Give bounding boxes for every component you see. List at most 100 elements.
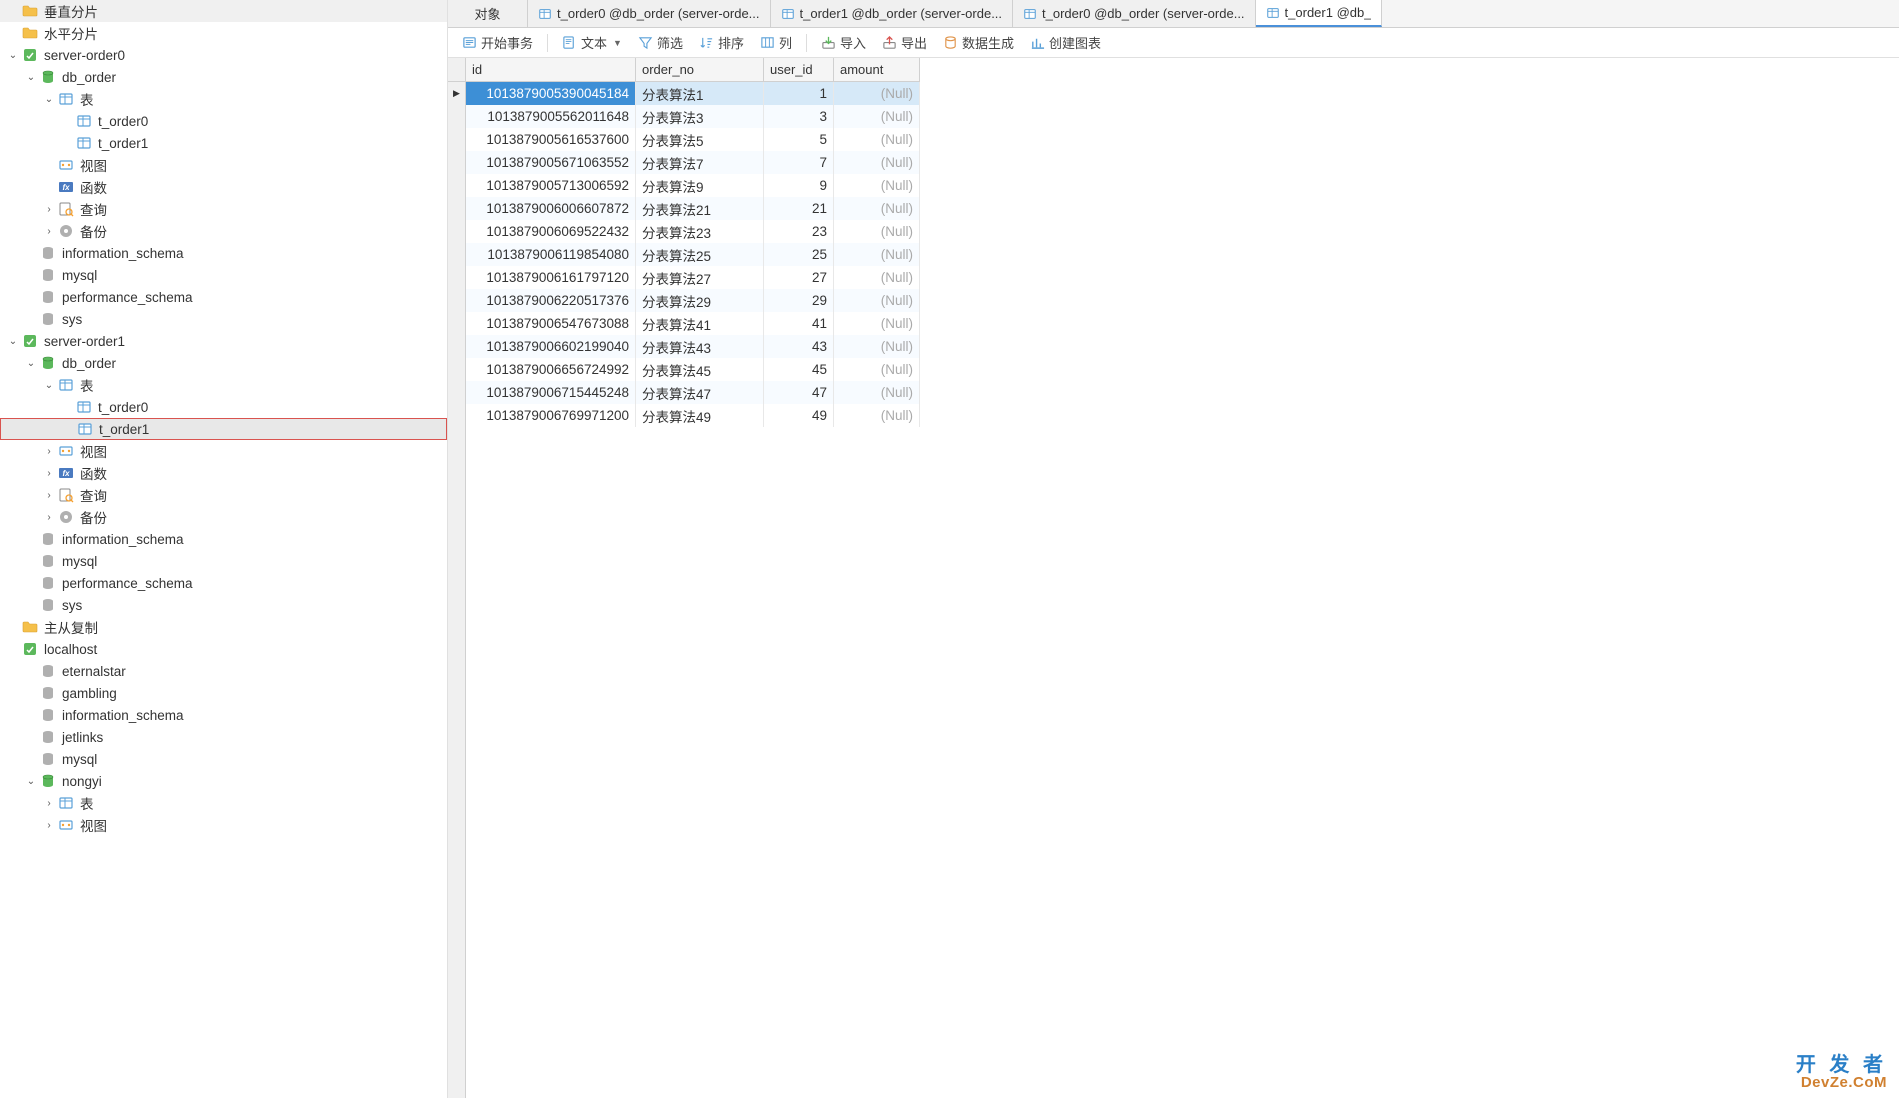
cell-amount[interactable]: (Null) — [834, 243, 920, 266]
row-marker[interactable] — [448, 151, 465, 174]
tab[interactable]: t_order0 @db_order (server-orde... — [1013, 0, 1256, 27]
chevron-right-icon[interactable]: › — [42, 224, 56, 238]
chevron-right-icon[interactable]: › — [42, 510, 56, 524]
cell-id[interactable]: 1013879006547673088 — [466, 312, 636, 335]
tree-item-performance-schema[interactable]: performance_schema — [0, 572, 447, 594]
table-row[interactable]: 1013879006119854080分表算法2525(Null) — [466, 243, 920, 266]
cell-id[interactable]: 1013879005671063552 — [466, 151, 636, 174]
tab[interactable]: 对象 — [448, 0, 528, 27]
cell-uid[interactable]: 49 — [764, 404, 834, 427]
table-row[interactable]: 1013879005562011648分表算法33(Null) — [466, 105, 920, 128]
sort-button[interactable]: 排序 — [693, 31, 750, 54]
cell-id[interactable]: 1013879005713006592 — [466, 174, 636, 197]
row-marker[interactable] — [448, 312, 465, 335]
tree-item--[interactable]: ›表 — [0, 792, 447, 814]
table-row[interactable]: 1013879006220517376分表算法2929(Null) — [466, 289, 920, 312]
cell-on[interactable]: 分表算法1 — [636, 82, 764, 105]
cell-on[interactable]: 分表算法43 — [636, 335, 764, 358]
cell-uid[interactable]: 5 — [764, 128, 834, 151]
datagen-button[interactable]: 数据生成 — [937, 31, 1020, 54]
tree-item-mysql[interactable]: mysql — [0, 550, 447, 572]
column-user-id[interactable]: user_id — [764, 58, 834, 81]
cell-amount[interactable]: (Null) — [834, 174, 920, 197]
data-grid[interactable]: ▶ id order_no user_id amount 10138790053… — [448, 58, 1899, 1098]
row-marker[interactable] — [448, 220, 465, 243]
cell-uid[interactable]: 41 — [764, 312, 834, 335]
row-marker[interactable] — [448, 128, 465, 151]
cell-uid[interactable]: 23 — [764, 220, 834, 243]
column-id[interactable]: id — [466, 58, 636, 81]
tree-item-----[interactable]: 主从复制 — [0, 616, 447, 638]
tree-item-db-order[interactable]: ⌄db_order — [0, 66, 447, 88]
tree-item-server-order1[interactable]: ⌄server-order1 — [0, 330, 447, 352]
cell-id[interactable]: 1013879006220517376 — [466, 289, 636, 312]
table-row[interactable]: 1013879006602199040分表算法4343(Null) — [466, 335, 920, 358]
chevron-down-icon[interactable]: ⌄ — [24, 356, 38, 370]
cell-id[interactable]: 1013879006715445248 — [466, 381, 636, 404]
cell-amount[interactable]: (Null) — [834, 289, 920, 312]
table-row[interactable]: 1013879005390045184分表算法11(Null) — [466, 82, 920, 105]
tab[interactable]: t_order0 @db_order (server-orde... — [528, 0, 771, 27]
cell-id[interactable]: 1013879006656724992 — [466, 358, 636, 381]
cell-amount[interactable]: (Null) — [834, 381, 920, 404]
cell-id[interactable]: 1013879006769971200 — [466, 404, 636, 427]
connection-tree[interactable]: 垂直分片水平分片⌄server-order0⌄db_order⌄表t_order… — [0, 0, 448, 1098]
row-marker[interactable] — [448, 266, 465, 289]
row-marker[interactable] — [448, 105, 465, 128]
cell-amount[interactable]: (Null) — [834, 358, 920, 381]
cell-amount[interactable]: (Null) — [834, 82, 920, 105]
tree-item-t-order0[interactable]: t_order0 — [0, 396, 447, 418]
cell-amount[interactable]: (Null) — [834, 128, 920, 151]
chevron-down-icon[interactable]: ⌄ — [6, 48, 20, 62]
tree-item---[interactable]: fx函数 — [0, 176, 447, 198]
tree-item-----[interactable]: 垂直分片 — [0, 0, 447, 22]
tree-item-----[interactable]: 水平分片 — [0, 22, 447, 44]
export-button[interactable]: 导出 — [876, 31, 933, 54]
table-row[interactable]: 1013879006715445248分表算法4747(Null) — [466, 381, 920, 404]
chevron-down-icon[interactable]: ⌄ — [6, 334, 20, 348]
tree-item--[interactable]: ⌄表 — [0, 88, 447, 110]
cell-amount[interactable]: (Null) — [834, 220, 920, 243]
chevron-right-icon[interactable]: › — [42, 796, 56, 810]
cell-on[interactable]: 分表算法45 — [636, 358, 764, 381]
tab[interactable]: t_order1 @db_order (server-orde... — [771, 0, 1014, 27]
chevron-down-icon[interactable]: ⌄ — [42, 92, 56, 106]
chevron-right-icon[interactable]: › — [42, 818, 56, 832]
tree-item-mysql[interactable]: mysql — [0, 264, 447, 286]
cell-amount[interactable]: (Null) — [834, 105, 920, 128]
chevron-right-icon[interactable]: › — [42, 202, 56, 216]
cell-uid[interactable]: 9 — [764, 174, 834, 197]
cell-uid[interactable]: 1 — [764, 82, 834, 105]
cell-on[interactable]: 分表算法23 — [636, 220, 764, 243]
cell-on[interactable]: 分表算法7 — [636, 151, 764, 174]
text-button[interactable]: 文本▼ — [556, 31, 628, 54]
chevron-down-icon[interactable]: ⌄ — [24, 70, 38, 84]
table-row[interactable]: 1013879006006607872分表算法2121(Null) — [466, 197, 920, 220]
cell-on[interactable]: 分表算法3 — [636, 105, 764, 128]
filter-button[interactable]: 筛选 — [632, 31, 689, 54]
cell-amount[interactable]: (Null) — [834, 404, 920, 427]
table-row[interactable]: 1013879006547673088分表算法4141(Null) — [466, 312, 920, 335]
table-row[interactable]: 1013879005671063552分表算法77(Null) — [466, 151, 920, 174]
row-marker[interactable] — [448, 381, 465, 404]
cell-on[interactable]: 分表算法47 — [636, 381, 764, 404]
cell-on[interactable]: 分表算法21 — [636, 197, 764, 220]
tree-item---[interactable]: 视图 — [0, 154, 447, 176]
row-marker[interactable] — [448, 358, 465, 381]
cell-on[interactable]: 分表算法9 — [636, 174, 764, 197]
tree-item-eternalstar[interactable]: eternalstar — [0, 660, 447, 682]
columns-button[interactable]: 列 — [754, 31, 798, 54]
table-row[interactable]: 1013879006656724992分表算法4545(Null) — [466, 358, 920, 381]
cell-amount[interactable]: (Null) — [834, 197, 920, 220]
tree-item-t-order0[interactable]: t_order0 — [0, 110, 447, 132]
cell-uid[interactable]: 45 — [764, 358, 834, 381]
table-row[interactable]: 1013879005713006592分表算法99(Null) — [466, 174, 920, 197]
row-marker[interactable] — [448, 404, 465, 427]
begin-transaction-button[interactable]: 开始事务 — [456, 31, 539, 54]
tree-item---[interactable]: ›fx函数 — [0, 462, 447, 484]
cell-on[interactable]: 分表算法29 — [636, 289, 764, 312]
table-row[interactable]: 1013879005616537600分表算法55(Null) — [466, 128, 920, 151]
cell-id[interactable]: 1013879005390045184 — [466, 82, 636, 105]
table-row[interactable]: 1013879006069522432分表算法2323(Null) — [466, 220, 920, 243]
tree-item-sys[interactable]: sys — [0, 594, 447, 616]
